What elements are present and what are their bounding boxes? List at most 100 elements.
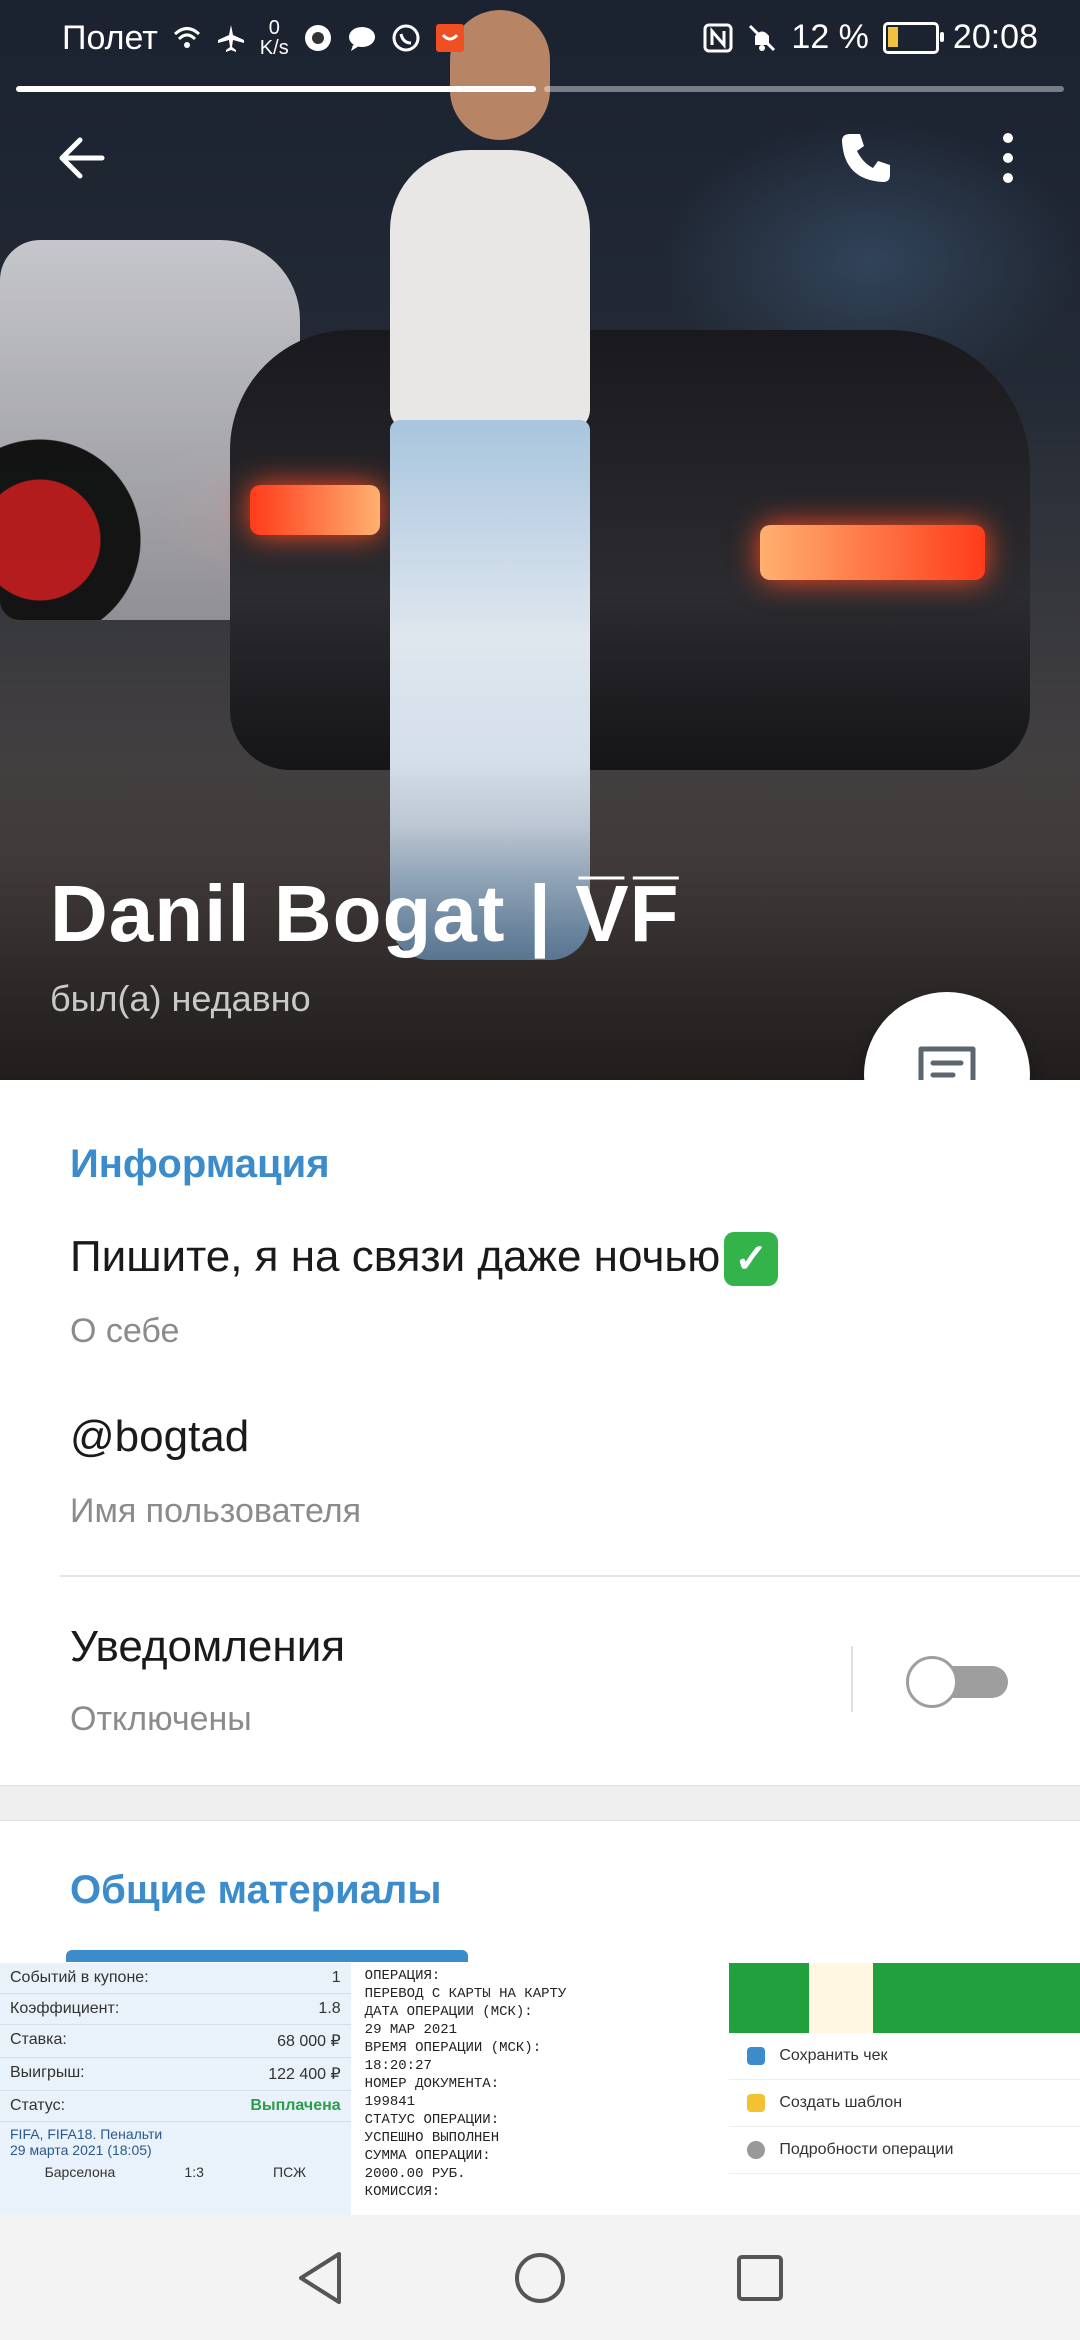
bio-row[interactable]: Пишите, я на связи даже ночью ✓ [70, 1232, 779, 1287]
arrow-left-icon [59, 137, 105, 179]
shared-media-title[interactable]: Общие материалы [70, 1868, 442, 1913]
receipt-line: 18:20:27 [364, 2058, 432, 2074]
info-icon [747, 2141, 766, 2159]
smiley-icon [809, 1963, 874, 2033]
bank-menu-label: Сохранить чек [779, 2047, 888, 2064]
receipt-row: Статус: Выплачена [0, 2091, 351, 2122]
mute-icon [747, 23, 777, 53]
username-value[interactable]: @bogtad [70, 1412, 249, 1462]
receipt-row-value: Выплачена [250, 2097, 341, 2114]
username-label: Имя пользователя [70, 1492, 361, 1530]
toggle-knob [906, 1656, 958, 1708]
notifications-state: Отключены [70, 1700, 252, 1738]
square-recents-icon [737, 2254, 783, 2301]
receipt-row-value: 122 400 ₽ [268, 2066, 341, 2083]
notifications-separator [851, 1646, 853, 1712]
check-mark-emoji-icon: ✓ [724, 1232, 779, 1287]
net-speed-value: 0 [268, 17, 280, 39]
receipt-row-key: Выигрыш: [10, 2064, 85, 2081]
receipt-row-key: Ставка: [10, 2031, 67, 2048]
chat-bubble-icon [347, 23, 377, 53]
receipt-row: Ставка: 68 000 ₽ [0, 2025, 351, 2058]
receipt-line: 199841 [364, 2094, 416, 2110]
receipt-row-value: 68 000 ₽ [277, 2033, 341, 2050]
call-button[interactable] [830, 122, 902, 194]
bank-menu-label: Подробности операции [779, 2141, 954, 2158]
receipt-line: УСПЕШНО ВЫПОЛНЕН [364, 2130, 500, 2146]
battery-icon [882, 21, 944, 54]
carrier-label: Полет [62, 18, 158, 57]
bank-menu-item: Сохранить чек [729, 2033, 1080, 2080]
photo-progress [16, 86, 1064, 92]
team-name: Барселона [44, 2164, 116, 2180]
photo-progress-segment [16, 86, 536, 92]
bank-menu-item: Подробности операции [729, 2127, 1080, 2174]
photo-taillight-left [250, 485, 380, 535]
photo-progress-segment [544, 86, 1064, 92]
media-thumbnail-bet-receipt[interactable]: Событий в купоне: 1 Коэффициент: 1.8 Ставк… [0, 1963, 351, 2215]
receipt-row-key: Событий в купоне: [10, 1969, 149, 1986]
shared-media-tab-indicator [66, 1950, 468, 1962]
receipt-line: СУММА ОПЕРАЦИИ: [364, 2148, 491, 2164]
media-thumbnail-transfer-receipt[interactable]: ОПЕРАЦИЯ: ПЕРЕВОД С КАРТЫ НА КАРТУ ДАТА … [354, 1963, 726, 2215]
receipt-line: 29 МАР 2021 [364, 2022, 458, 2038]
receipt-line: ОПЕРАЦИЯ: [364, 1968, 441, 1984]
back-button[interactable] [46, 122, 118, 194]
section-gap [0, 1785, 1080, 1821]
media-thumbnail-bank-app[interactable]: Сохранить чек Создать шаблон Подробности… [729, 1963, 1080, 2215]
receipt-icon [747, 2047, 766, 2065]
profile-name: Danil Bogat | V̅F̅ [50, 869, 680, 958]
match-line: FIFA, FIFA18. Пенальти [10, 2126, 163, 2142]
receipt-row-key: Статус: [10, 2097, 66, 2114]
bank-app-header [729, 1963, 1080, 2033]
battery-percent: 12 % [791, 18, 869, 56]
receipt-line: ДАТА ОПЕРАЦИИ (МСК): [364, 2004, 533, 2020]
star-icon [747, 2094, 766, 2112]
aliexpress-icon [435, 23, 465, 53]
team-name: ПСЖ [273, 2164, 307, 2180]
bank-menu-label: Создать шаблон [779, 2094, 903, 2111]
clock: 20:08 [952, 18, 1038, 56]
nfc-icon [703, 23, 733, 53]
photo-shirt [390, 150, 590, 430]
match-line: 29 марта 2021 (18:05) [10, 2142, 152, 2158]
wifi-icon [172, 23, 202, 53]
net-speed-unit: K/s [259, 37, 289, 59]
whatsapp-icon [391, 23, 421, 53]
info-section-title: Информация [70, 1142, 330, 1186]
photo-taillight-right [760, 525, 985, 580]
receipt-row: Выигрыш: 122 400 ₽ [0, 2058, 351, 2091]
bio-label: О себе [70, 1312, 180, 1350]
shared-media-grid: Событий в купоне: 1 Коэффициент: 1.8 Ставк… [0, 1963, 1080, 2215]
receipt-row-value: 1 [331, 1969, 341, 1986]
nav-recents-button[interactable] [730, 2248, 790, 2308]
phone-icon [842, 134, 890, 182]
receipt-row: Событий в купоне: 1 [0, 1963, 351, 1994]
airplane-mode-icon [216, 23, 246, 53]
match-score: 1:3 [184, 2164, 204, 2180]
more-options-button[interactable] [972, 122, 1044, 194]
net-speed: 0 K/s [260, 18, 289, 58]
nav-home-button[interactable] [510, 2248, 570, 2308]
match-info: FIFA, FIFA18. Пенальти 29 марта 2021 (18… [0, 2122, 351, 2162]
last-seen-status: был(а) недавно [50, 978, 311, 1019]
nav-back-button[interactable] [290, 2248, 350, 2308]
receipt-line: СТАТУС ОПЕРАЦИИ: [364, 2112, 500, 2128]
receipt-line: ПЕРЕВОД С КАРТЫ НА КАРТУ [364, 1986, 567, 2002]
circle-home-icon [515, 2252, 565, 2303]
app-notification-icon [303, 23, 333, 53]
match-teams: Барселона 1:3 ПСЖ [0, 2162, 351, 2182]
triangle-back-icon [299, 2251, 341, 2304]
system-navigation-bar [0, 2215, 1080, 2340]
receipt-row-key: Коэффициент: [10, 2000, 120, 2017]
status-bar: Полет 0 K/s 12 % 20:08 [0, 0, 1080, 76]
bio-text: Пишите, я на связи даже ночью [70, 1232, 721, 1281]
notifications-label[interactable]: Уведомления [70, 1622, 345, 1672]
bank-menu-item: Создать шаблон [729, 2080, 1080, 2127]
receipt-line: КОМИССИЯ: [364, 2184, 441, 2200]
receipt-line: 2000.00 РУБ. [364, 2166, 466, 2182]
receipt-line: ВРЕМЯ ОПЕРАЦИИ (МСК): [364, 2040, 542, 2056]
receipt-row-value: 1.8 [318, 2000, 341, 2017]
receipt-line: НОМЕР ДОКУМЕНТА: [364, 2076, 500, 2092]
notifications-toggle[interactable] [906, 1652, 1010, 1708]
